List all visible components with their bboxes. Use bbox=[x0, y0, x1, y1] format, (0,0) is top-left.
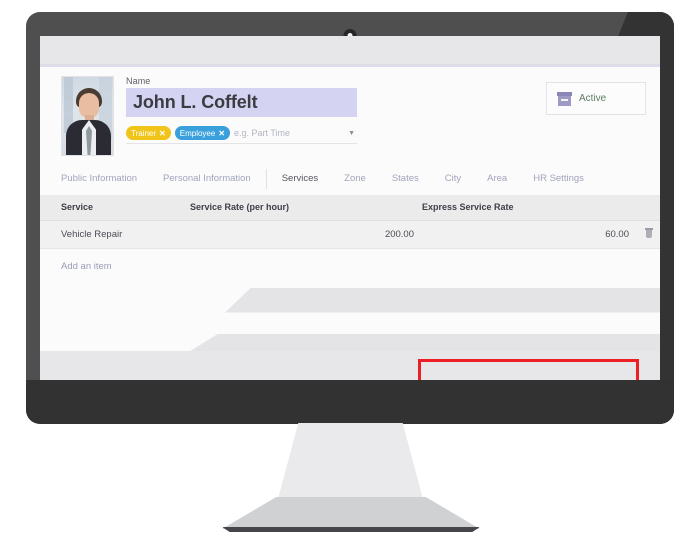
archive-body bbox=[558, 95, 571, 106]
tab-area[interactable]: Area bbox=[474, 167, 520, 191]
table-header-row: Service Service Rate (per hour) Express … bbox=[40, 195, 660, 221]
tag-label: Trainer bbox=[131, 128, 157, 138]
add-item-row: Add an item bbox=[40, 248, 660, 281]
tab-city[interactable]: City bbox=[432, 167, 474, 191]
avatar[interactable] bbox=[61, 76, 114, 156]
chevron-down-icon[interactable]: ▼ bbox=[345, 130, 355, 137]
delete-row-button[interactable] bbox=[637, 220, 660, 249]
archive-slot bbox=[561, 98, 568, 101]
cell-service[interactable]: Vehicle Repair bbox=[40, 220, 190, 249]
screen-content: Name John L. Coffelt Trainer ✕ Employee … bbox=[40, 36, 660, 380]
tab-divider bbox=[265, 169, 267, 189]
cell-express-rate[interactable]: 60.00 bbox=[422, 220, 637, 249]
tab-bar: Public Information Personal Information … bbox=[40, 167, 660, 191]
status-label: Active bbox=[579, 93, 607, 104]
archive-box-icon bbox=[557, 91, 572, 106]
tags-placeholder: e.g. Part Time bbox=[234, 128, 291, 138]
name-block: Name John L. Coffelt Trainer ✕ Employee … bbox=[126, 76, 546, 144]
trash-icon[interactable] bbox=[644, 227, 653, 238]
app-top-band bbox=[40, 36, 660, 65]
cell-service-rate[interactable]: 200.00 bbox=[190, 220, 422, 249]
column-header-service-rate[interactable]: Service Rate (per hour) bbox=[190, 195, 422, 221]
name-input[interactable]: John L. Coffelt bbox=[126, 88, 357, 117]
app-bottom-band bbox=[40, 351, 660, 380]
tag-remove-icon[interactable]: ✕ bbox=[218, 129, 225, 138]
tags-input[interactable]: Trainer ✕ Employee ✕ e.g. Part Time ▼ bbox=[126, 123, 357, 144]
column-header-express-rate[interactable]: Express Service Rate bbox=[422, 195, 637, 221]
tab-public-information[interactable]: Public Information bbox=[61, 167, 150, 191]
services-table: Service Service Rate (per hour) Express … bbox=[40, 195, 660, 249]
table-row[interactable]: Vehicle Repair 200.00 60.00 bbox=[40, 220, 660, 249]
monitor-stand-neck bbox=[278, 423, 423, 499]
column-header-service[interactable]: Service bbox=[40, 195, 190, 221]
tag-label: Employee bbox=[179, 128, 216, 138]
name-field-label: Name bbox=[126, 76, 151, 86]
monitor-stand-foot bbox=[222, 527, 480, 532]
placeholder-band-1 bbox=[225, 287, 660, 313]
add-an-item-link[interactable]: Add an item bbox=[61, 261, 112, 272]
status-badge[interactable]: Active bbox=[546, 82, 646, 115]
services-table-wrap: Service Service Rate (per hour) Express … bbox=[40, 195, 660, 380]
tab-zone[interactable]: Zone bbox=[331, 167, 379, 191]
tab-states[interactable]: States bbox=[379, 167, 432, 191]
tab-hr-settings[interactable]: HR Settings bbox=[520, 167, 597, 191]
tag-chip-trainer[interactable]: Trainer ✕ bbox=[126, 126, 171, 140]
monitor-stand-base bbox=[222, 497, 480, 529]
screenshot-stage: Name John L. Coffelt Trainer ✕ Employee … bbox=[0, 0, 700, 550]
app-body: Name John L. Coffelt Trainer ✕ Employee … bbox=[40, 67, 660, 380]
tag-chip-employee[interactable]: Employee ✕ bbox=[174, 126, 231, 140]
record-header: Name John L. Coffelt Trainer ✕ Employee … bbox=[40, 67, 660, 156]
monitor-bottom-bezel bbox=[26, 380, 674, 424]
tag-remove-icon[interactable]: ✕ bbox=[159, 129, 166, 138]
trash-can bbox=[645, 229, 652, 238]
tab-services[interactable]: Services bbox=[269, 167, 331, 191]
column-header-actions bbox=[637, 195, 660, 221]
tab-personal-information[interactable]: Personal Information bbox=[150, 167, 264, 191]
